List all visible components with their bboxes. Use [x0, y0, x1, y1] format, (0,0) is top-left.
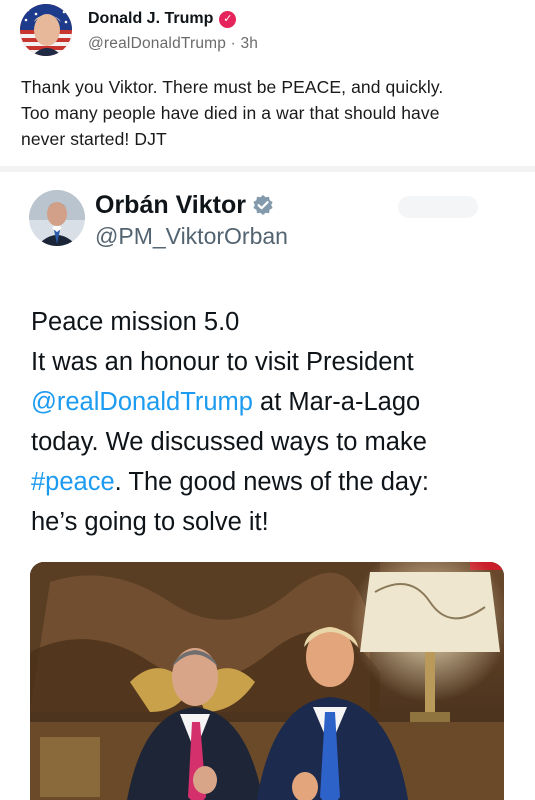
embedded-author-info: Orbán Viktor @PM_ViktorOrban — [95, 189, 288, 250]
blurred-follow-button[interactable] — [398, 196, 478, 218]
post-body-line: Thank you Viktor. There must be PEACE, a… — [21, 77, 444, 97]
post-body-line: never started! DJT — [21, 129, 167, 149]
truth-post: Donald J. Trump ✓ @realDonaldTrump · 3h … — [0, 0, 535, 800]
hashtag-link[interactable]: #peace — [31, 468, 115, 496]
divider — [0, 166, 535, 172]
author-handle[interactable]: @realDonaldTrump — [88, 35, 226, 52]
author-handle-row: @realDonaldTrump · 3h — [88, 35, 258, 53]
embedded-body-line: today. We discussed ways to make — [31, 428, 427, 456]
embedded-avatar[interactable] — [29, 190, 85, 246]
embedded-body-line: Peace mission 5.0 — [31, 308, 240, 336]
post-time[interactable]: 3h — [240, 35, 258, 52]
embedded-author-name[interactable]: Orbán Viktor — [95, 189, 246, 221]
embedded-post-header: Orbán Viktor @PM_ViktorOrban — [29, 190, 288, 250]
embedded-author-name-row: Orbán Viktor — [95, 189, 288, 221]
avatar[interactable] — [20, 4, 72, 56]
embedded-post-body: Peace mission 5.0 It was an honour to vi… — [31, 302, 521, 542]
embedded-body-line: #peace. The good news of the day: — [31, 462, 521, 502]
post-body-line: Too many people have died in a war that … — [21, 103, 440, 123]
embedded-body-line: @realDonaldTrump at Mar-a-Lago — [31, 382, 521, 422]
post-body: Thank you Viktor. There must be PEACE, a… — [21, 74, 511, 152]
embedded-body-line: It was an honour to visit President — [31, 348, 414, 376]
author-name[interactable]: Donald J. Trump — [88, 8, 213, 30]
mention-link[interactable]: @realDonaldTrump — [31, 388, 253, 416]
embedded-author-handle[interactable]: @PM_ViktorOrban — [95, 223, 288, 250]
author-info: Donald J. Trump ✓ @realDonaldTrump · 3h — [88, 8, 258, 53]
post-photo[interactable] — [30, 562, 504, 800]
separator: · — [226, 35, 241, 52]
verified-checkmark-icon — [253, 195, 273, 215]
body-text: at Mar-a-Lago — [252, 388, 421, 416]
post-header: Donald J. Trump ✓ @realDonaldTrump · 3h — [20, 4, 258, 56]
body-text: . The good news of the day: — [114, 468, 429, 496]
verified-badge-icon: ✓ — [219, 10, 237, 28]
author-name-row: Donald J. Trump ✓ — [88, 8, 258, 30]
embedded-body-line: he’s going to solve it! — [31, 508, 269, 536]
